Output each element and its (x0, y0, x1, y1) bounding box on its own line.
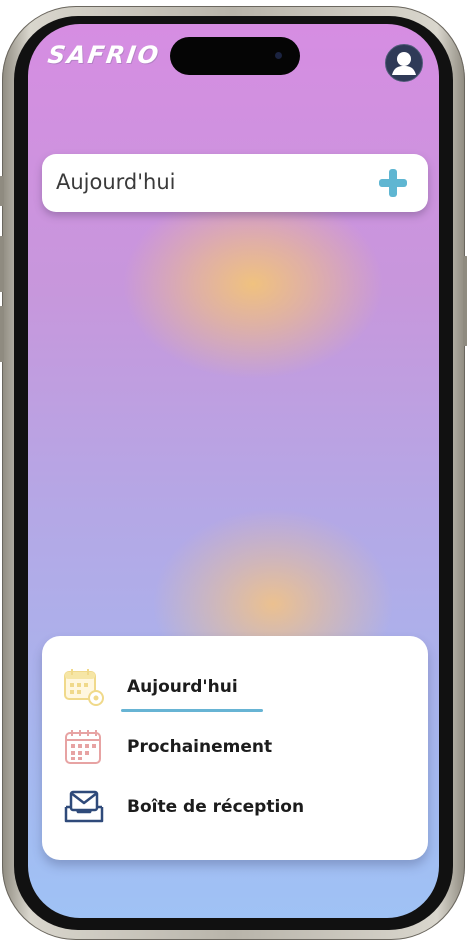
dynamic-island (170, 37, 300, 75)
nav-item-inbox-label: Boîte de réception (127, 797, 305, 817)
nav-item-upcoming[interactable]: Prochainement (62, 723, 412, 771)
power-button (463, 256, 467, 346)
nav-item-inbox[interactable]: Boîte de réception (62, 783, 412, 831)
action-button (0, 176, 4, 206)
bottom-navigation-card: Aujourd'hui Prochainement Boîte de récep… (42, 636, 428, 860)
plus-icon (379, 169, 407, 197)
camera-icon (275, 52, 282, 59)
page-title: Aujourd'hui (56, 170, 176, 194)
nav-item-today-label: Aujourd'hui (127, 677, 238, 697)
today-header-card: Aujourd'hui (42, 154, 428, 212)
volume-up-button (0, 236, 4, 292)
inbox-icon (62, 787, 106, 827)
add-task-button[interactable] (378, 168, 408, 198)
user-icon (392, 52, 416, 75)
app-screen: SAFRIO Aujourd'hui Aujourd'hui Prochaine… (28, 24, 439, 918)
nav-item-upcoming-label: Prochainement (127, 737, 273, 757)
app-logo: SAFRIO (46, 41, 163, 69)
active-tab-indicator (121, 709, 263, 712)
nav-item-today[interactable]: Aujourd'hui (62, 663, 412, 711)
calendar-settings-icon (62, 667, 106, 707)
profile-avatar-button[interactable] (385, 44, 423, 82)
volume-down-button (0, 306, 4, 362)
calendar-grid-icon (62, 727, 106, 767)
